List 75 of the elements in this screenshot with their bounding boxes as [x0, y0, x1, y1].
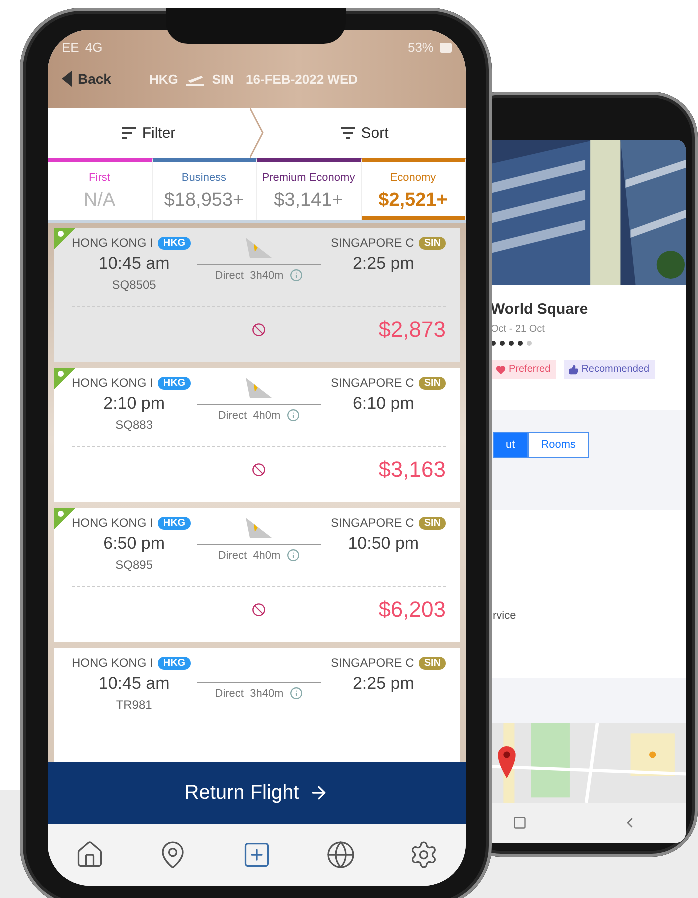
arrival-time: 2:25 pm	[352, 254, 414, 274]
carrier-name: EE	[62, 40, 80, 55]
airport-code: HKG	[158, 516, 191, 530]
home-square-icon[interactable]	[512, 816, 527, 830]
departure-time: 10:45 am	[98, 254, 170, 274]
destination-city: SINGAPORE C	[330, 236, 414, 250]
airport-code: SIN	[419, 376, 446, 390]
arrival-time: 6:10 pm	[352, 394, 414, 414]
cabin-tab[interactable]: Business $18,953+	[152, 158, 257, 220]
airport-code: HKG	[158, 376, 191, 390]
flight-price: $3,163	[378, 457, 446, 483]
battery-level: 53%	[408, 40, 434, 55]
tab[interactable]: ut	[493, 432, 528, 458]
origin-code: HKG	[149, 72, 178, 86]
flight-duration: Direct 3h40m	[215, 270, 284, 282]
prohibited-icon	[252, 323, 266, 337]
thumbs-up-icon	[568, 364, 579, 374]
flight-duration: Direct 3h40m	[215, 688, 284, 700]
flight-price: $2,873	[378, 317, 446, 343]
back-button[interactable]: Back	[62, 71, 112, 87]
destination-city: SINGAPORE C	[330, 656, 414, 670]
flight-price: $6,203	[378, 597, 446, 623]
back-triangle-icon	[62, 71, 72, 87]
hotel-name: World Square	[491, 301, 590, 318]
info-icon	[290, 269, 303, 282]
origin-city: HONG KONG I	[72, 656, 154, 670]
origin-city: HONG KONG I	[72, 516, 154, 530]
travel-date: 16-FEB-2022 WED	[246, 72, 358, 86]
arrival-time: 10:50 pm	[348, 534, 420, 554]
flight-card[interactable]: HONG KONG I HKG 10:45 am SQ8505 Direct 3h40m SINGAPORE C SIN 2:25 pm $2,873	[54, 228, 460, 362]
sort-button[interactable]: Sort	[264, 108, 466, 158]
airport-code: SIN	[419, 516, 446, 530]
flight-card[interactable]: HONG KONG I HKG 2:10 pm SQ883 Direct 4h0m SINGAPORE C SIN 6:10 pm $3,163	[54, 368, 460, 502]
flight-number: TR981	[116, 698, 152, 712]
info-icon	[286, 409, 300, 422]
flight-card[interactable]: HONG KONG I HKG 6:50 pm SQ895 Direct 4h0m SINGAPORE C SIN 10:50 pm $6,203	[54, 508, 460, 642]
prohibited-icon	[252, 463, 266, 477]
airport-code: SIN	[419, 656, 446, 670]
filter-icon	[122, 127, 136, 139]
departure-time: 6:50 pm	[104, 534, 166, 554]
tab[interactable]: Rooms	[528, 432, 590, 458]
battery-icon	[440, 42, 452, 52]
divider-chevron	[250, 108, 264, 158]
info-icon	[286, 549, 300, 562]
network-type: 4G	[85, 40, 103, 55]
hotel-tag: Recommended	[564, 360, 654, 379]
airport-code: HKG	[158, 656, 191, 670]
cabin-tab[interactable]: Premium Economy $3,141+	[257, 158, 362, 220]
destination-code: SIN	[212, 72, 234, 86]
departure-time: 10:45 am	[98, 674, 170, 694]
description-text: rvice	[493, 610, 518, 622]
sort-icon	[341, 127, 356, 139]
flight-duration: Direct 4h0m	[218, 550, 281, 562]
filter-button[interactable]: Filter	[48, 108, 250, 158]
flight-number: SQ8505	[112, 278, 156, 292]
heart-icon	[496, 364, 506, 374]
stay-dates: Oct - 21 Oct	[491, 324, 546, 335]
airport-code: SIN	[419, 236, 446, 250]
globe-icon[interactable]	[326, 840, 356, 870]
flight-card[interactable]: HONG KONG I HKG 10:45 am TR981 Direct 3h40m SINGAPORE C SIN 2:25 pm	[54, 648, 460, 762]
departure-time: 2:10 pm	[104, 394, 166, 414]
info-icon	[290, 687, 303, 700]
flight-number: SQ883	[116, 418, 153, 432]
airport-code: HKG	[158, 236, 191, 250]
arrival-time: 2:25 pm	[352, 674, 414, 694]
destination-city: SINGAPORE C	[330, 376, 414, 390]
origin-city: HONG KONG I	[72, 236, 154, 250]
cabin-tab[interactable]: First N/A	[48, 158, 152, 220]
prohibited-icon	[252, 603, 266, 617]
flight-number: SQ895	[116, 558, 153, 572]
flight-duration: Direct 4h0m	[218, 410, 281, 422]
hotel-tag: Preferred	[491, 360, 556, 379]
destination-city: SINGAPORE C	[330, 516, 414, 530]
origin-city: HONG KONG I	[72, 376, 154, 390]
return-flight-button[interactable]: Return Flight	[48, 762, 466, 824]
